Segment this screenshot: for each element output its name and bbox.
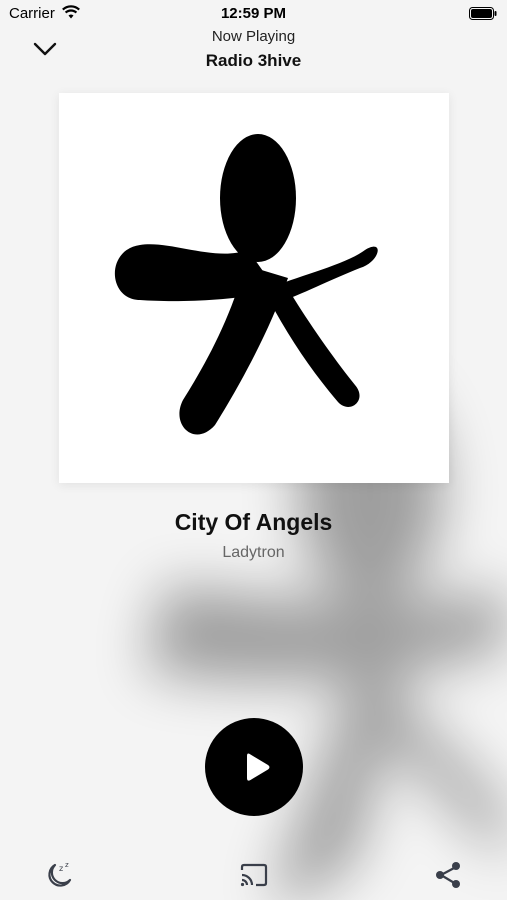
station-name: Radio 3hive bbox=[205, 51, 302, 70]
play-button[interactable] bbox=[205, 718, 303, 816]
artwork-logo bbox=[114, 134, 378, 435]
cast-icon bbox=[240, 863, 268, 887]
status-bar: Carrier 12:59 PM bbox=[0, 0, 507, 28]
sleep-timer-button[interactable]: z z bbox=[41, 858, 75, 892]
track-artist: Ladytron bbox=[222, 544, 285, 561]
share-button[interactable] bbox=[432, 858, 466, 892]
svg-text:z: z bbox=[65, 861, 69, 869]
clock-time: 12:59 PM bbox=[220, 5, 287, 22]
battery-icon bbox=[469, 7, 497, 20]
album-artwork bbox=[59, 93, 449, 483]
sleep-moon-icon: z z bbox=[48, 861, 72, 887]
svg-text:z: z bbox=[59, 864, 63, 873]
track-title: City Of Angels bbox=[174, 509, 333, 535]
share-icon bbox=[436, 862, 460, 888]
cast-button[interactable] bbox=[237, 858, 271, 892]
now-playing-label: Now Playing bbox=[211, 28, 296, 45]
play-icon bbox=[247, 753, 270, 781]
